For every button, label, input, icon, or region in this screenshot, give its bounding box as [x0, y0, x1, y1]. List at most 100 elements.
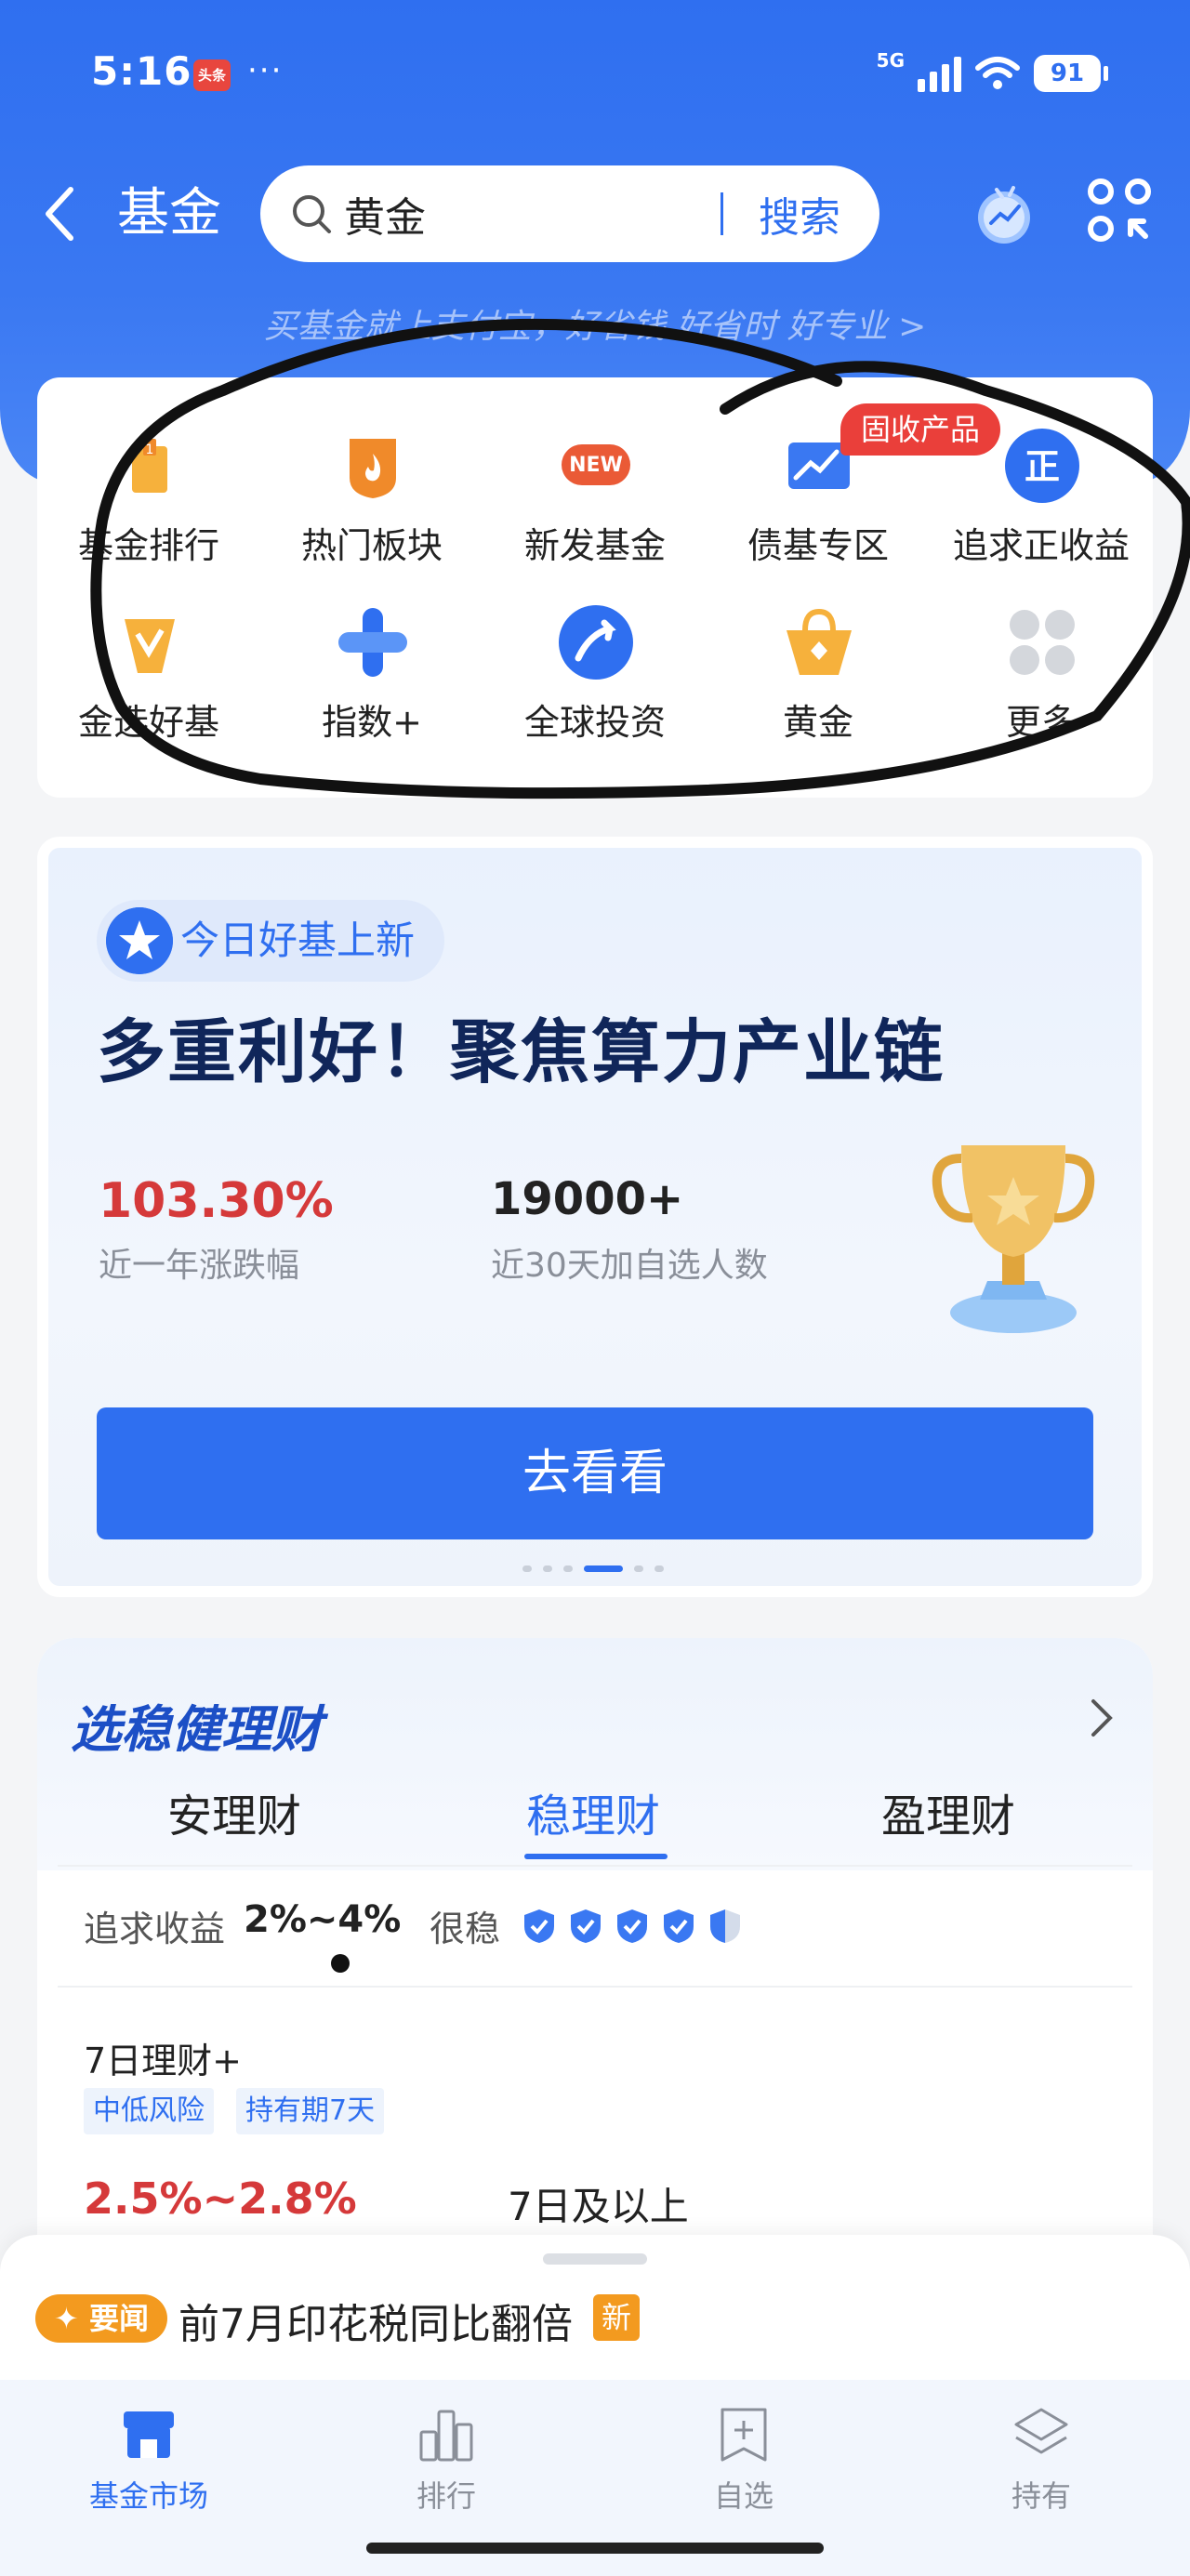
marker-dot	[331, 1954, 350, 1973]
assistant-mascot-icon[interactable]	[971, 175, 1038, 249]
one-year-return-label: 近一年涨跌幅	[99, 1247, 300, 1285]
ranking-icon: 1	[132, 439, 167, 493]
category-hot-sectors[interactable]: 热门板块	[260, 377, 483, 566]
category-fund-ranking[interactable]: 1 基金排行	[37, 377, 260, 566]
svg-text:NEW: NEW	[569, 454, 623, 477]
tab-holdings[interactable]: 持有	[948, 2404, 1134, 2516]
view-fund-button[interactable]: 去看看	[97, 1407, 1093, 1539]
fund-period: 7日及以上	[508, 2184, 689, 2229]
search-button[interactable]: 搜索	[759, 184, 840, 244]
risk-tag: 中低风险	[84, 2088, 214, 2134]
new-badge: 新	[593, 2294, 640, 2341]
tab-ranking[interactable]: 排行	[353, 2404, 539, 2516]
tag-label: 今日好基上新	[180, 918, 416, 963]
page-title: 基金	[117, 183, 221, 244]
category-label: 指数+	[322, 702, 422, 743]
carousel-dot	[634, 1565, 643, 1572]
drag-handle[interactable]	[543, 2253, 647, 2265]
shield-icon	[664, 1909, 694, 1943]
carousel-indicator	[522, 1564, 664, 1573]
half-shield-icon	[710, 1909, 740, 1943]
home-indicator[interactable]	[366, 2543, 824, 2554]
stability-rating	[522, 1908, 742, 1945]
search-divider	[721, 192, 723, 235]
star-icon	[106, 907, 173, 974]
wealth-title[interactable]: 选稳健理财	[71, 1688, 322, 1762]
news-ticker[interactable]: ✦ 要闻 前7月印花税同比翻倍 新	[0, 2235, 1190, 2380]
carousel-dot-active	[584, 1565, 623, 1572]
svg-text:正: 正	[1025, 446, 1060, 487]
status-bar: 5:16 头条 ··· 5G 91	[0, 0, 1190, 149]
market-icon	[124, 2411, 174, 2458]
tab-label: 排行	[416, 2478, 476, 2514]
category-positive-return[interactable]: 正 追求正收益	[930, 377, 1153, 566]
category-global-invest[interactable]: 全球投资	[483, 554, 707, 743]
tab-watchlist[interactable]: 自选	[651, 2404, 837, 2516]
divider	[58, 1986, 1132, 1988]
target-yield-value: 2%~4%	[244, 1898, 402, 1941]
positive-return-icon: 正	[1005, 429, 1079, 503]
category-index-plus[interactable]: 指数+	[260, 554, 483, 743]
tab-steady-wealth[interactable]: 稳理财	[526, 1779, 660, 1844]
new-icon: NEW	[562, 444, 630, 485]
carousel-dot	[543, 1565, 552, 1572]
category-gold[interactable]: 黄金	[707, 554, 930, 743]
headline-badge: ✦ 要闻	[35, 2294, 167, 2343]
more-notifications-indicator: ···	[247, 52, 284, 89]
fire-icon	[350, 439, 396, 498]
tab-label: 持有	[1011, 2478, 1071, 2514]
search-bar[interactable]: 黄金 搜索	[260, 165, 879, 262]
index-plus-icon	[338, 608, 407, 677]
search-input[interactable]: 黄金	[344, 184, 721, 244]
stability-label: 很稳	[430, 1909, 501, 1949]
shield-icon	[617, 1909, 647, 1943]
back-icon[interactable]	[33, 178, 89, 249]
category-label: 黄金	[782, 702, 853, 743]
tab-label: 自选	[713, 2478, 774, 2514]
wifi-icon	[975, 57, 1020, 89]
status-indicators: 5G 91	[876, 49, 1108, 97]
featured-fund-card[interactable]: 今日好基上新 多重利好！聚焦算力产业链 103.30% 近一年涨跌幅 19000…	[37, 837, 1153, 1597]
shield-icon	[524, 1909, 554, 1943]
active-tab-underline	[524, 1854, 668, 1859]
svg-text:1: 1	[146, 443, 154, 457]
today-new-fund-tag: 今日好基上新	[97, 900, 445, 982]
fund-name[interactable]: 7日理财+	[84, 2032, 242, 2083]
carousel-dot	[563, 1565, 573, 1572]
signal-icon	[918, 55, 961, 92]
category-label: 全球投资	[523, 702, 666, 743]
gold-bag-icon	[787, 608, 852, 675]
carousel-dot	[522, 1565, 532, 1572]
one-year-return-value: 103.30%	[99, 1173, 334, 1229]
slogan[interactable]: 买基金就上支付宝，好省钱 好省时 好专业 >	[0, 299, 1190, 348]
headline-text[interactable]: 前7月印花税同比翻倍	[178, 2291, 573, 2350]
search-icon	[293, 195, 331, 233]
tab-profit-wealth[interactable]: 盈理财	[881, 1779, 1015, 1844]
more-grid-icon	[1010, 610, 1075, 675]
category-more[interactable]: 更多	[930, 554, 1153, 743]
headline-badge-label: 要闻	[88, 2301, 149, 2336]
network-type: 5G	[876, 49, 905, 72]
trophy-icon	[932, 1145, 1095, 1333]
chevron-right-icon[interactable]	[1080, 1692, 1121, 1744]
feature-title: 多重利好！聚焦算力产业链	[97, 1012, 945, 1092]
shield-icon	[571, 1909, 601, 1943]
category-new-funds[interactable]: NEW 新发基金	[483, 377, 707, 566]
holdings-icon	[1014, 2408, 1068, 2454]
top-header: 基金 黄金 搜索	[0, 158, 1190, 270]
tab-fund-market[interactable]: 基金市场	[56, 2404, 242, 2516]
category-label: 更多	[1005, 702, 1077, 743]
watchlist-adds-value: 19000+	[491, 1173, 684, 1225]
status-time: 5:16	[91, 48, 192, 94]
category-label: 金选好基	[77, 702, 219, 743]
news-app-notification-icon: 头条	[193, 59, 231, 91]
watchlist-adds-label: 近30天加自选人数	[491, 1247, 768, 1285]
scan-icon[interactable]	[1084, 175, 1155, 245]
carousel-dot	[654, 1565, 664, 1572]
fund-rate: 2.5%~2.8%	[84, 2173, 357, 2224]
watchlist-icon	[721, 2408, 767, 2462]
target-yield-label: 追求收益	[84, 1909, 226, 1949]
global-invest-icon	[559, 605, 633, 680]
tab-safe-wealth[interactable]: 安理财	[167, 1779, 301, 1844]
category-gold-select[interactable]: 金选好基	[37, 554, 260, 743]
